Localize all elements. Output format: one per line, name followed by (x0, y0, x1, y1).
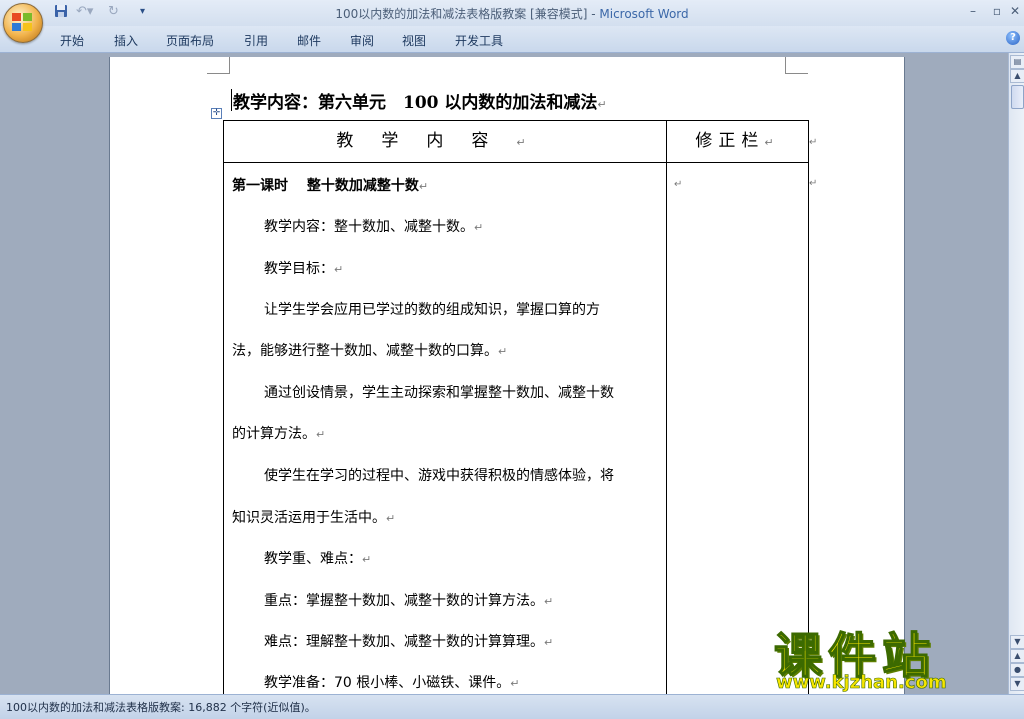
previous-page-icon[interactable]: ▲ (1010, 649, 1024, 663)
help-icon[interactable]: ? (1006, 31, 1020, 45)
window-title-app: Microsoft Word (599, 7, 689, 21)
minimize-button[interactable]: – (962, 2, 984, 20)
site-watermark: 课件站 www.kjzhan.com (770, 618, 1010, 696)
tab-developer[interactable]: 开发工具 (455, 32, 503, 49)
document-page[interactable]: 教学内容：第六单元 100 以内数的加法和减法↵ ✛ 教学内容↵ 修正栏↵ ↵ … (109, 57, 905, 694)
watermark-url: www.kjzhan.com (776, 672, 947, 694)
office-button[interactable] (3, 3, 43, 43)
document-heading-text: 教学内容：第六单元 100 以内数的加法和减法 (233, 93, 598, 113)
table-paragraph[interactable]: 通过创设情景，学生主动探索和掌握整十数加、减整十数 (264, 382, 694, 402)
table-paragraph[interactable]: 法，能够进行整十数加、减整十数的口算。↵ (232, 340, 662, 360)
table-row-divider (224, 162, 808, 163)
office-logo-icon (12, 13, 32, 31)
tab-page-layout[interactable]: 页面布局 (166, 32, 214, 49)
paragraph-mark: ↵ (597, 98, 607, 111)
window-title-document: 100以内数的加法和减法表格版教案 [兼容模式] - (335, 7, 600, 21)
tab-references[interactable]: 引用 (244, 32, 268, 49)
document-heading[interactable]: 教学内容：第六单元 100 以内数的加法和减法↵ (233, 88, 607, 113)
table-header-revision: 修正栏↵ (667, 121, 808, 162)
ribbon-tab-bar: 开始 插入 页面布局 引用 邮件 审阅 视图 开发工具 ? (0, 26, 1024, 53)
scrollbar-thumb[interactable] (1011, 85, 1024, 109)
tab-insert[interactable]: 插入 (114, 32, 138, 49)
scroll-up-icon[interactable]: ▲ (1010, 69, 1024, 83)
row-end-mark: ↵ (809, 178, 818, 189)
header-revision-text: 修正栏 (695, 131, 765, 151)
paragraph-mark: ↵ (516, 136, 554, 149)
paragraph-mark: ↵ (764, 136, 780, 149)
table-paragraph[interactable]: 难点：理解整十数加、减整十数的计算算理。↵ (264, 631, 694, 651)
table-paragraph[interactable]: 教学准备：70 根小棒、小磁铁、课件。↵ (264, 672, 694, 692)
table-paragraph[interactable]: 使学生在学习的过程中、游戏中获得积极的情感体验，将 (264, 465, 694, 485)
table-header-content: 教学内容↵ (224, 121, 666, 162)
window-title: 100以内数的加法和减法表格版教案 [兼容模式] - Microsoft Wor… (0, 5, 1024, 22)
tab-home[interactable]: 开始 (60, 32, 84, 49)
text-cursor (231, 89, 232, 111)
table-paragraph[interactable]: 教学内容：整十数加、减整十数。↵ (264, 216, 694, 236)
ruler-toggle-icon[interactable]: ▤ (1010, 55, 1024, 69)
tab-mailings[interactable]: 邮件 (297, 32, 321, 49)
table-paragraph[interactable]: 知识灵活运用于生活中。↵ (232, 507, 662, 527)
select-browse-object-icon[interactable]: ● (1010, 663, 1024, 677)
cell-end-mark: ↵ (674, 179, 683, 190)
document-workspace: 教学内容：第六单元 100 以内数的加法和减法↵ ✛ 教学内容↵ 修正栏↵ ↵ … (0, 53, 1008, 694)
table-move-handle-icon[interactable]: ✛ (211, 108, 222, 119)
close-button[interactable]: ✕ (1004, 2, 1024, 20)
header-content-text: 教学内容 (336, 131, 517, 151)
row-end-mark: ↵ (809, 137, 818, 148)
table-paragraph[interactable]: 让学生学会应用已学过的数的组成知识，掌握口算的方 (264, 299, 694, 319)
lesson-table[interactable]: 教学内容↵ 修正栏↵ ↵ 第一课时 整十数加减整十数↵ 教学内容：整十数加、减整… (223, 120, 809, 694)
table-paragraph[interactable]: 重点：掌握整十数加、减整十数的计算方法。↵ (264, 590, 694, 610)
table-paragraph[interactable]: 教学重、难点：↵ (264, 548, 694, 568)
tab-view[interactable]: 视图 (402, 32, 426, 49)
status-word-count[interactable]: 100以内数的加法和减法表格版教案: 16,882 个字符(近似值)。 (6, 699, 316, 715)
scroll-down-icon[interactable]: ▼ (1010, 635, 1024, 649)
title-bar: ↶▾ ↻ ▾ 100以内数的加法和减法表格版教案 [兼容模式] - Micros… (0, 0, 1024, 26)
tab-review[interactable]: 审阅 (350, 32, 374, 49)
table-paragraph[interactable]: 第一课时 整十数加减整十数↵ (232, 175, 662, 195)
table-paragraph[interactable]: 教学目标：↵ (264, 258, 694, 278)
crop-mark-top-right (785, 57, 808, 74)
next-page-icon[interactable]: ▼ (1010, 677, 1024, 691)
status-bar: 100以内数的加法和减法表格版教案: 16,882 个字符(近似值)。 (0, 694, 1024, 719)
crop-mark-top-left (207, 57, 230, 74)
vertical-scrollbar[interactable]: ▤ ▲ ▼ ▲ ● ▼ (1008, 53, 1024, 694)
table-paragraph[interactable]: 的计算方法。↵ (232, 423, 662, 443)
